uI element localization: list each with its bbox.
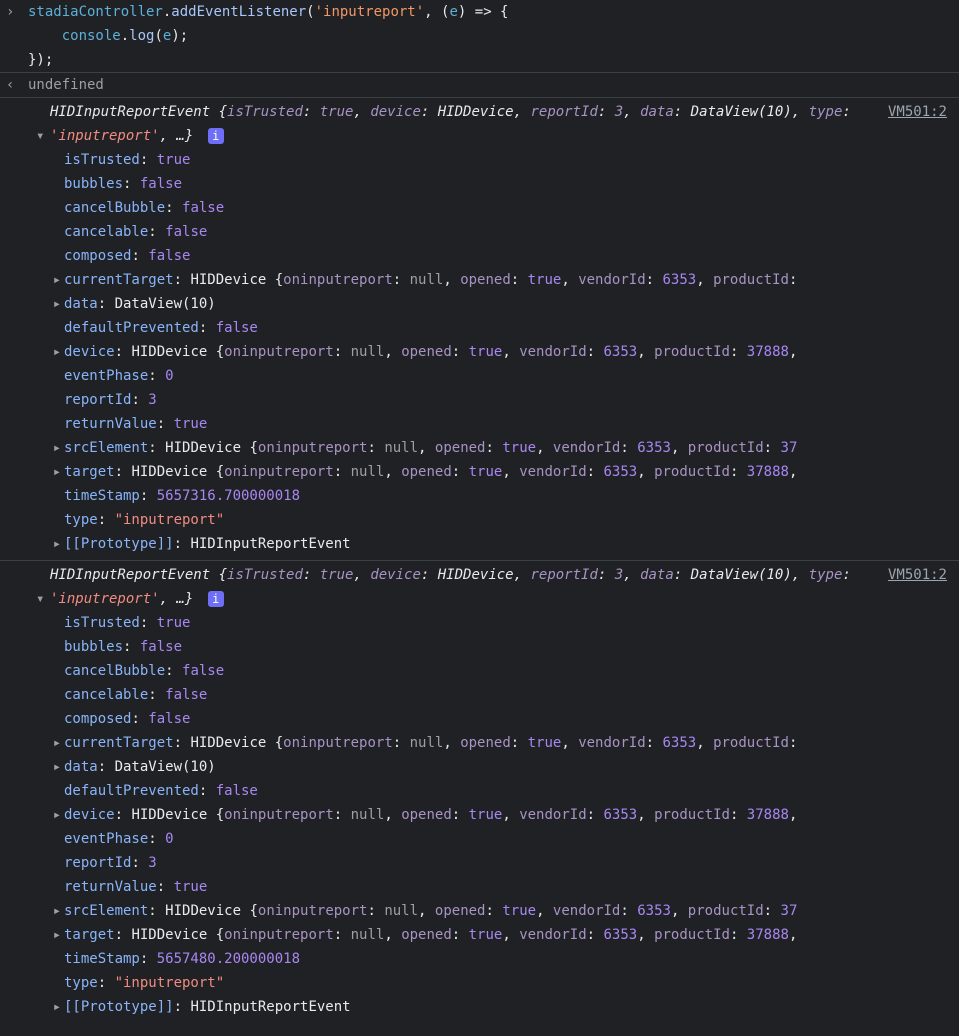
prop-eventPhase[interactable]: eventPhase: 0: [0, 827, 959, 851]
prop-composed[interactable]: composed: false: [0, 244, 959, 268]
chevron-right-icon[interactable]: [50, 532, 64, 556]
prop-timeStamp[interactable]: timeStamp: 5657316.700000018: [0, 484, 959, 508]
console-input-row-2: console.log(e);: [0, 24, 959, 48]
output-prompt-icon: ‹: [6, 73, 28, 97]
chevron-right-icon[interactable]: [50, 899, 64, 923]
console-input-row-3: });: [0, 48, 959, 72]
chevron-right-icon[interactable]: [50, 268, 64, 292]
prop-cancelable[interactable]: cancelable: false: [0, 220, 959, 244]
chevron-right-icon[interactable]: [50, 803, 64, 827]
prop-target[interactable]: target: HIDDevice {oninputreport: null, …: [0, 923, 959, 947]
prop-composed[interactable]: composed: false: [0, 707, 959, 731]
log-entry-2: VM501:2 HIDInputReportEvent {isTrusted: …: [0, 560, 959, 1023]
prop-device[interactable]: device: HIDDevice {oninputreport: null, …: [0, 803, 959, 827]
expand-toggle[interactable]: [36, 587, 50, 611]
prop-defaultPrevented[interactable]: defaultPrevented: false: [0, 316, 959, 340]
prop-data[interactable]: data: DataView(10): [0, 755, 959, 779]
result-undefined: undefined: [28, 77, 104, 93]
chevron-right-icon[interactable]: [50, 755, 64, 779]
expand-toggle[interactable]: [36, 124, 50, 148]
chevron-right-icon[interactable]: [50, 995, 64, 1019]
object-summary[interactable]: HIDInputReportEvent {isTrusted: true, de…: [36, 563, 959, 611]
prop-currentTarget[interactable]: currentTarget: HIDDevice {oninputreport:…: [0, 268, 959, 292]
prop-srcElement[interactable]: srcElement: HIDDevice {oninputreport: nu…: [0, 436, 959, 460]
console-result-row: ‹ undefined: [0, 72, 959, 97]
input-prompt-icon: ›: [6, 0, 28, 24]
prop-isTrusted[interactable]: isTrusted: true: [0, 611, 959, 635]
prop-cancelBubble[interactable]: cancelBubble: false: [0, 659, 959, 683]
chevron-right-icon[interactable]: [50, 340, 64, 364]
prop-bubbles[interactable]: bubbles: false: [0, 635, 959, 659]
prop-target[interactable]: target: HIDDevice {oninputreport: null, …: [0, 460, 959, 484]
prop-cancelable[interactable]: cancelable: false: [0, 683, 959, 707]
info-icon[interactable]: i: [208, 591, 224, 607]
prop-srcElement[interactable]: srcElement: HIDDevice {oninputreport: nu…: [0, 899, 959, 923]
chevron-right-icon[interactable]: [50, 460, 64, 484]
prop-cancelBubble[interactable]: cancelBubble: false: [0, 196, 959, 220]
console-input-row[interactable]: › stadiaController.addEventListener('inp…: [0, 0, 959, 24]
prop-prototype[interactable]: [[Prototype]]: HIDInputReportEvent: [0, 532, 959, 556]
prop-returnValue[interactable]: returnValue: true: [0, 875, 959, 899]
prop-reportId[interactable]: reportId: 3: [0, 388, 959, 412]
chevron-right-icon[interactable]: [50, 292, 64, 316]
prop-returnValue[interactable]: returnValue: true: [0, 412, 959, 436]
prop-defaultPrevented[interactable]: defaultPrevented: false: [0, 779, 959, 803]
log-entry-1: VM501:2 HIDInputReportEvent {isTrusted: …: [0, 97, 959, 560]
prop-eventPhase[interactable]: eventPhase: 0: [0, 364, 959, 388]
prop-data[interactable]: data: DataView(10): [0, 292, 959, 316]
prop-bubbles[interactable]: bubbles: false: [0, 172, 959, 196]
chevron-right-icon[interactable]: [50, 731, 64, 755]
prop-type[interactable]: type: "inputreport": [0, 971, 959, 995]
chevron-right-icon[interactable]: [50, 923, 64, 947]
prop-reportId[interactable]: reportId: 3: [0, 851, 959, 875]
console-input-code: stadiaController.addEventListener('input…: [28, 0, 953, 24]
prop-currentTarget[interactable]: currentTarget: HIDDevice {oninputreport:…: [0, 731, 959, 755]
prop-prototype[interactable]: [[Prototype]]: HIDInputReportEvent: [0, 995, 959, 1019]
prop-device[interactable]: device: HIDDevice {oninputreport: null, …: [0, 340, 959, 364]
prop-type[interactable]: type: "inputreport": [0, 508, 959, 532]
info-icon[interactable]: i: [208, 128, 224, 144]
prop-isTrusted[interactable]: isTrusted: true: [0, 148, 959, 172]
prop-timeStamp[interactable]: timeStamp: 5657480.200000018: [0, 947, 959, 971]
chevron-right-icon[interactable]: [50, 436, 64, 460]
object-summary[interactable]: HIDInputReportEvent {isTrusted: true, de…: [36, 100, 959, 148]
